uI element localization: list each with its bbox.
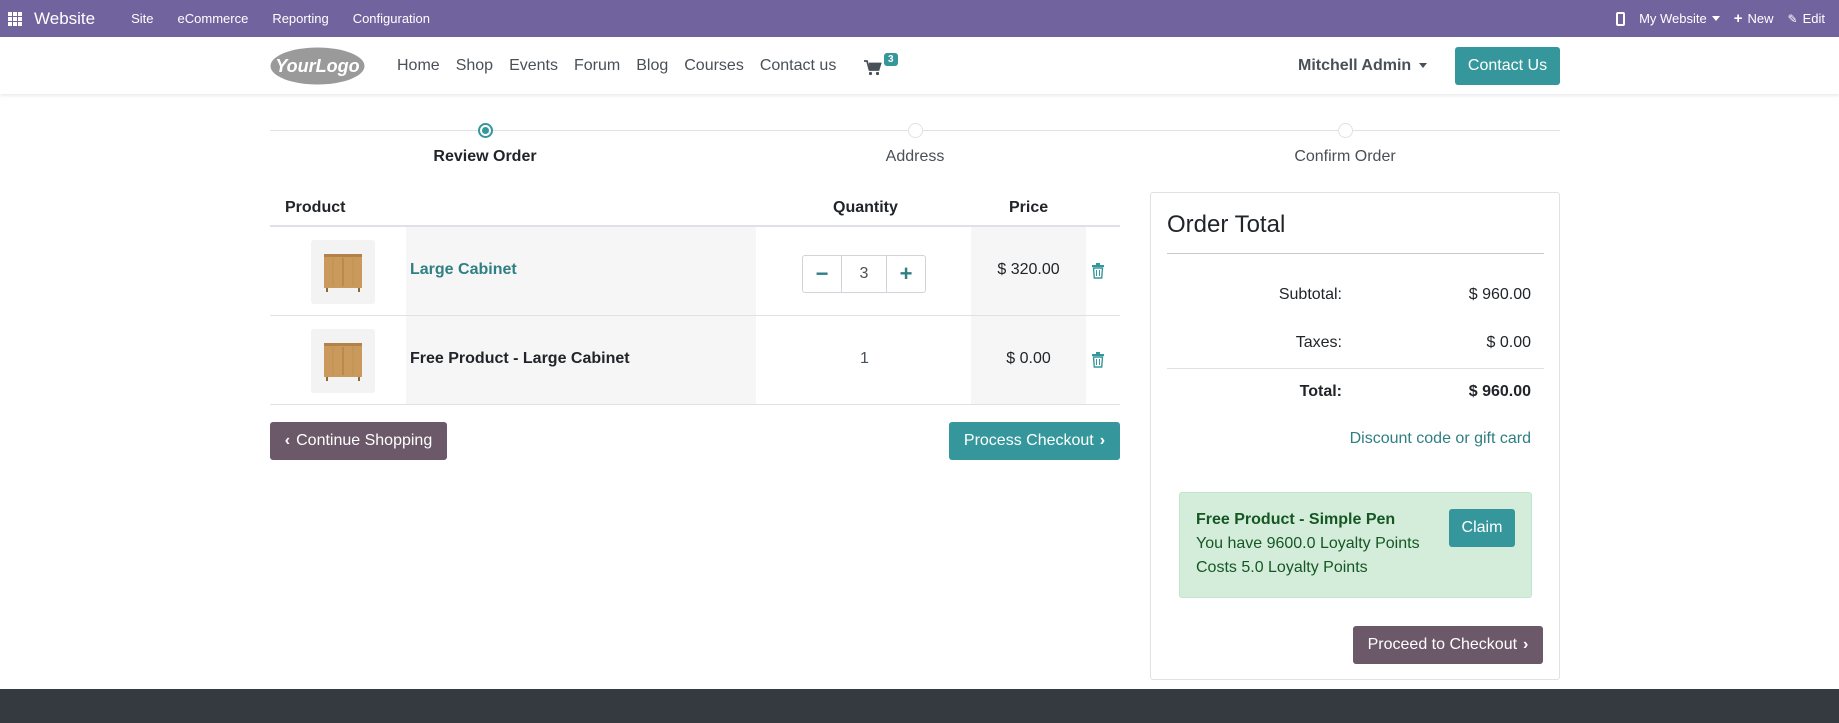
wizard-step-dot xyxy=(1337,123,1353,138)
website-selector-label: My Website xyxy=(1639,11,1707,26)
header-price: Price xyxy=(1009,199,1049,216)
taxes-label: Taxes: xyxy=(1295,334,1342,351)
new-button[interactable]: + New xyxy=(1734,11,1774,26)
product-image[interactable] xyxy=(311,240,375,304)
new-label: New xyxy=(1747,11,1774,26)
svg-text:YourLogo: YourLogo xyxy=(275,56,359,76)
continue-shopping-label: Continue Shopping xyxy=(296,432,433,449)
cart-table-header: Product Quantity Price xyxy=(270,191,1120,227)
product-link-large-cabinet[interactable]: Large Cabinet xyxy=(410,261,517,279)
discount-code-link[interactable]: Discount code or gift card xyxy=(1350,430,1531,448)
mobile-icon xyxy=(1616,11,1626,26)
nav-events[interactable]: Events xyxy=(501,57,566,75)
wizard-step-label: Review Order xyxy=(433,148,537,165)
menu-site[interactable]: Site xyxy=(119,11,165,26)
nav-forum[interactable]: Forum xyxy=(566,57,628,75)
chevron-right-icon: › xyxy=(1523,636,1529,653)
order-total-title: Order Total xyxy=(1167,211,1286,238)
plus-icon: + xyxy=(899,261,913,286)
process-checkout-button[interactable]: Process Checkout › xyxy=(949,422,1120,460)
cabinet-image xyxy=(324,343,362,381)
menu-ecommerce[interactable]: eCommerce xyxy=(166,11,261,26)
claim-reward-button[interactable]: Claim xyxy=(1449,509,1515,547)
minus-icon: − xyxy=(815,261,829,286)
table-row: Free Product - Large Cabinet 1 $ 0.00 xyxy=(270,316,1120,405)
nav-courses[interactable]: Courses xyxy=(676,57,752,75)
quantity-input[interactable] xyxy=(841,256,887,292)
chevron-right-icon: › xyxy=(1099,432,1106,449)
footer xyxy=(0,689,1839,723)
process-checkout-label: Process Checkout xyxy=(963,432,1094,449)
wizard-step-review-order[interactable]: Review Order xyxy=(385,123,585,166)
pencil-icon: ✎ xyxy=(1787,11,1798,26)
header-quantity: Quantity xyxy=(833,199,898,216)
admin-menu: Site eCommerce Reporting Configuration xyxy=(119,11,442,26)
subtotal-value: $ 960.00 xyxy=(1468,286,1531,303)
nav-blog[interactable]: Blog xyxy=(628,57,676,75)
quantity-stepper: − + xyxy=(802,255,926,293)
reward-cost: Costs 5.0 Loyalty Points xyxy=(1196,559,1368,576)
reward-points-balance: You have 9600.0 Loyalty Points xyxy=(1196,535,1420,552)
menu-configuration[interactable]: Configuration xyxy=(341,11,442,26)
line-price: $ 320.00 xyxy=(997,261,1060,278)
admin-topbar: Website Site eCommerce Reporting Configu… xyxy=(0,0,1839,37)
chevron-left-icon: ‹ xyxy=(284,432,291,449)
app-name[interactable]: Website xyxy=(34,9,95,29)
plus-icon: + xyxy=(1733,10,1743,27)
wizard-step-label: Address xyxy=(885,148,945,165)
apps-grid-icon[interactable] xyxy=(8,11,22,26)
menu-reporting[interactable]: Reporting xyxy=(260,11,340,26)
edit-label: Edit xyxy=(1802,11,1825,26)
user-name: Mitchell Admin xyxy=(1298,56,1412,74)
edit-button[interactable]: ✎ Edit xyxy=(1788,11,1825,26)
subtotal-label: Subtotal: xyxy=(1278,286,1342,303)
mobile-preview-button[interactable] xyxy=(1616,11,1626,26)
header-product: Product xyxy=(285,199,346,216)
wizard-step-confirm-order: Confirm Order xyxy=(1245,123,1445,166)
table-row: Large Cabinet − + $ 320.00 xyxy=(270,227,1120,316)
reward-title: Free Product - Simple Pen xyxy=(1196,511,1396,528)
cart-link[interactable]: 3 xyxy=(864,53,904,78)
nav-shop[interactable]: Shop xyxy=(448,57,501,75)
wizard-step-address: Address xyxy=(815,123,1015,166)
shopping-cart-icon xyxy=(864,60,882,76)
cabinet-image xyxy=(324,254,362,292)
wizard-step-dot xyxy=(907,123,923,138)
chevron-down-icon xyxy=(1419,63,1428,68)
quantity-value: 1 xyxy=(860,350,869,367)
wizard-step-label: Confirm Order xyxy=(1294,148,1396,165)
divider xyxy=(1167,368,1544,369)
total-label: Total: xyxy=(1299,383,1342,400)
continue-shopping-button[interactable]: ‹ Continue Shopping xyxy=(270,422,447,460)
total-value: $ 960.00 xyxy=(1468,383,1531,400)
product-image xyxy=(311,329,375,393)
wizard-step-dot-active xyxy=(477,123,493,138)
main-nav: Home Shop Events Forum Blog Courses Cont… xyxy=(389,37,844,94)
contact-us-button[interactable]: Contact Us xyxy=(1455,47,1560,85)
chevron-down-icon xyxy=(1711,16,1720,21)
website-selector[interactable]: My Website xyxy=(1639,11,1720,26)
cart-count-badge: 3 xyxy=(884,53,898,66)
taxes-value: $ 0.00 xyxy=(1486,334,1531,351)
admin-topbar-actions: My Website + New ✎ Edit xyxy=(1616,0,1839,37)
product-name-free-cabinet: Free Product - Large Cabinet xyxy=(410,350,630,367)
quantity-increase-button[interactable]: + xyxy=(887,256,925,292)
proceed-to-checkout-label: Proceed to Checkout xyxy=(1367,636,1518,653)
user-menu[interactable]: Mitchell Admin xyxy=(1298,37,1428,94)
loyalty-reward-box: Free Product - Simple Pen You have 9600.… xyxy=(1179,492,1532,598)
nav-contact-us[interactable]: Contact us xyxy=(752,57,844,75)
divider xyxy=(1167,253,1544,254)
trash-icon[interactable] xyxy=(1091,263,1105,279)
quantity-decrease-button[interactable]: − xyxy=(803,256,841,292)
nav-home[interactable]: Home xyxy=(389,57,448,75)
site-header: YourLogo Home Shop Events Forum Blog Cou… xyxy=(0,37,1839,94)
trash-icon[interactable] xyxy=(1091,352,1105,368)
cart-table: Product Quantity Price Large Cabinet − 3… xyxy=(270,191,1120,405)
site-logo[interactable]: YourLogo xyxy=(270,47,365,85)
line-price: $ 0.00 xyxy=(1006,350,1051,367)
proceed-to-checkout-button[interactable]: Proceed to Checkout › xyxy=(1353,626,1543,664)
order-total-card: Order Total Subtotal: $ 960.00 Taxes: $ … xyxy=(1150,192,1560,680)
